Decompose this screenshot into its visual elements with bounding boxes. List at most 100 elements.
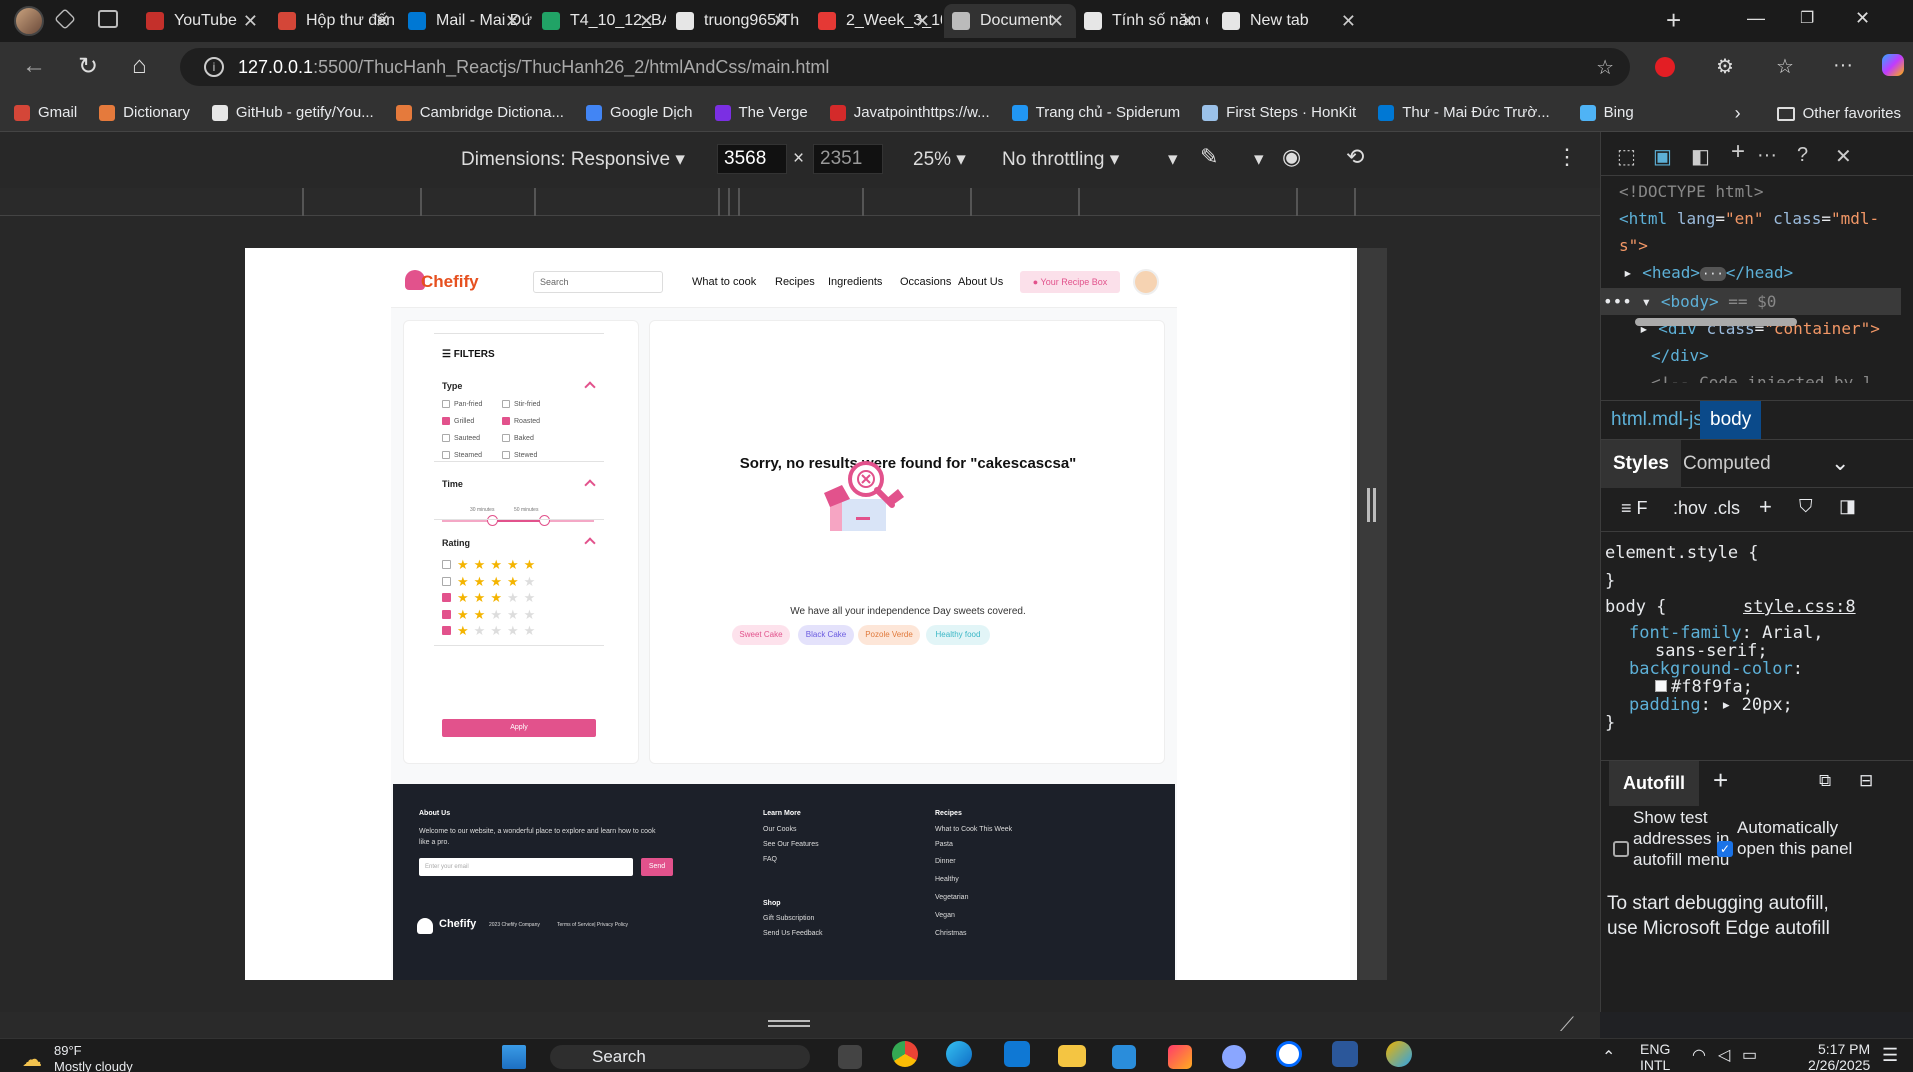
footer-link[interactable]: What to Cook This Week <box>935 826 1012 833</box>
home-icon[interactable]: ⌂ <box>132 52 147 80</box>
footer-link[interactable]: FAQ <box>763 856 777 863</box>
inspect-icon[interactable]: ⬚ <box>1617 144 1636 169</box>
rotate-icon[interactable]: ⟲ <box>1346 144 1364 170</box>
browser-tab[interactable]: YouTube ✕ <box>138 4 270 38</box>
slider-min-handle[interactable] <box>487 515 498 526</box>
body-rule-selector[interactable]: body { <box>1605 596 1666 618</box>
tab-close-icon[interactable]: ✕ <box>505 11 520 32</box>
footer-link[interactable]: Send Us Feedback <box>763 930 823 937</box>
footer-link[interactable]: Vegan <box>935 912 955 919</box>
autofill-tab[interactable]: Autofill <box>1609 761 1699 806</box>
adblock-icon[interactable] <box>1655 57 1675 77</box>
outlook-icon[interactable] <box>1004 1041 1030 1067</box>
rating-option[interactable]: ★ ★ ★ ★ ★ <box>442 575 540 588</box>
sidebar-icon[interactable]: ◧ <box>1691 144 1710 169</box>
rating-checkbox[interactable] <box>442 560 451 569</box>
type-checkbox[interactable]: Pan-fried <box>442 400 482 408</box>
add-panel-icon[interactable]: + <box>1731 138 1745 166</box>
volume-icon[interactable]: ◁ <box>1718 1045 1730 1065</box>
tab-close-icon[interactable]: ✕ <box>243 11 258 32</box>
browser-tab[interactable]: Document ✕ <box>944 4 1076 38</box>
tab-close-icon[interactable]: ✕ <box>1049 11 1064 32</box>
dom-node-selected[interactable]: ••• ▾ <body> == $0 <box>1601 288 1901 315</box>
intellij-icon[interactable] <box>1168 1045 1192 1069</box>
viewport-resize-handle[interactable] <box>1357 248 1387 980</box>
tray-chevron-up-icon[interactable]: ⌃ <box>1602 1047 1615 1067</box>
weather-icon[interactable]: ☁ <box>22 1047 42 1072</box>
back-icon[interactable]: ← <box>22 52 46 80</box>
css-prop[interactable]: padding <box>1629 695 1701 715</box>
favorite-star-icon[interactable]: ☆ <box>1596 55 1614 80</box>
zalo-icon[interactable] <box>1276 1041 1302 1067</box>
type-checkbox[interactable]: Steamed <box>442 451 482 459</box>
dimensions-select[interactable]: Dimensions: Responsive ▾ <box>461 148 685 171</box>
device-toggle-icon[interactable]: ▣ <box>1653 144 1672 169</box>
nav-occasions[interactable]: Occasions <box>900 276 951 288</box>
footer-link[interactable]: Healthy <box>935 876 959 883</box>
close-devtools-icon[interactable]: ✕ <box>1835 144 1852 169</box>
bottom-resize-handle[interactable]: ⟋ <box>0 1012 1600 1038</box>
dock-icon[interactable]: ⧉ <box>1819 771 1831 791</box>
footer-link[interactable]: Vegetarian <box>935 894 968 901</box>
tab-actions-icon[interactable] <box>98 10 118 28</box>
crumb-body[interactable]: body <box>1700 401 1762 439</box>
browser-tab[interactable]: truong965/Th ✕ <box>668 4 800 38</box>
dom-node[interactable]: <!DOCTYPE html> <box>1601 178 1901 205</box>
tab-close-icon[interactable]: ✕ <box>375 11 390 32</box>
apply-button[interactable]: Apply <box>442 719 596 737</box>
copilot-icon[interactable] <box>1882 54 1904 76</box>
tab-close-icon[interactable]: ✕ <box>1341 11 1356 32</box>
nav-about-us[interactable]: About Us <box>958 276 1003 288</box>
cls-toggle[interactable]: .cls <box>1713 498 1740 519</box>
elements-scrollbar[interactable] <box>1635 318 1797 326</box>
notifications-icon[interactable]: ☰ <box>1882 1045 1898 1066</box>
bookmark-item[interactable]: Google Dịch <box>585 104 693 121</box>
paint-app-icon[interactable] <box>1386 1041 1412 1067</box>
zoom-select[interactable]: 25% ▾ <box>913 148 966 171</box>
clock-date[interactable]: 2/26/2025 <box>1808 1057 1870 1072</box>
device-posture-icon[interactable]: ▾ <box>1168 148 1178 171</box>
footer-link[interactable]: Christmas <box>935 930 967 937</box>
windows-start-icon[interactable] <box>502 1045 526 1069</box>
autofill-test-checkbox[interactable] <box>1613 841 1629 857</box>
browser-tab[interactable]: New tab ✕ <box>1214 4 1368 38</box>
bookmark-item[interactable]: Javatpointhttps://w... <box>829 104 990 121</box>
favorites-icon[interactable]: ☆ <box>1772 54 1798 80</box>
tab-close-icon[interactable]: ✕ <box>639 11 654 32</box>
nav-what-to-cook[interactable]: What to cook <box>692 276 756 288</box>
browser-tab[interactable]: T4_10_12_BÁ ✕ <box>534 4 666 38</box>
close-window-button[interactable]: ✕ <box>1855 8 1870 29</box>
sidebar-toggle-icon[interactable]: ◨ <box>1839 496 1856 517</box>
suggestion-tag[interactable]: Black Cake <box>798 625 854 645</box>
app-icon[interactable] <box>1222 1045 1246 1069</box>
footer-email-input[interactable]: Enter your email <box>419 858 633 876</box>
edge-icon[interactable] <box>946 1041 972 1067</box>
css-value[interactable]: Arial, <box>1762 623 1823 643</box>
more-tools-icon[interactable]: ··· <box>1757 144 1777 167</box>
suggestion-tag[interactable]: Sweet Cake <box>732 625 790 645</box>
filter-icon[interactable]: ≡ F <box>1621 498 1648 519</box>
dropdown-icon[interactable]: ▾ <box>1254 148 1264 171</box>
type-checkbox[interactable]: Roasted <box>502 417 540 425</box>
type-checkbox[interactable]: Stir-fried <box>502 400 540 408</box>
throttle-select[interactable]: No throttling ▾ <box>1002 148 1119 171</box>
bookmark-item[interactable]: The Verge <box>714 104 808 121</box>
new-rule-icon[interactable]: + <box>1759 494 1772 520</box>
suggestion-tag[interactable]: Healthy food <box>926 625 990 645</box>
css-value[interactable]: ▸ 20px; <box>1721 695 1793 715</box>
browser-tab[interactable]: Tính số năm c ✕ <box>1076 4 1208 38</box>
chrome-icon[interactable] <box>892 1041 918 1067</box>
tab-close-icon[interactable]: ✕ <box>1181 11 1196 32</box>
restore-button[interactable]: ❐ <box>1800 8 1814 28</box>
bookmark-item[interactable]: Gmail <box>14 104 77 121</box>
type-checkbox[interactable]: Grilled <box>442 417 474 425</box>
add-panel-icon[interactable]: + <box>1713 765 1728 796</box>
new-tab-button[interactable]: + <box>1666 5 1681 36</box>
color-swatch[interactable] <box>1655 680 1667 692</box>
tab-close-icon[interactable]: ✕ <box>773 11 788 32</box>
bookmark-item[interactable]: First Steps · HonKit <box>1202 104 1356 121</box>
type-checkbox[interactable]: Stewed <box>502 451 537 459</box>
taskbar-search[interactable]: Search <box>550 1045 810 1069</box>
profile-avatar[interactable] <box>14 6 44 36</box>
file-explorer-icon[interactable] <box>1058 1045 1086 1067</box>
